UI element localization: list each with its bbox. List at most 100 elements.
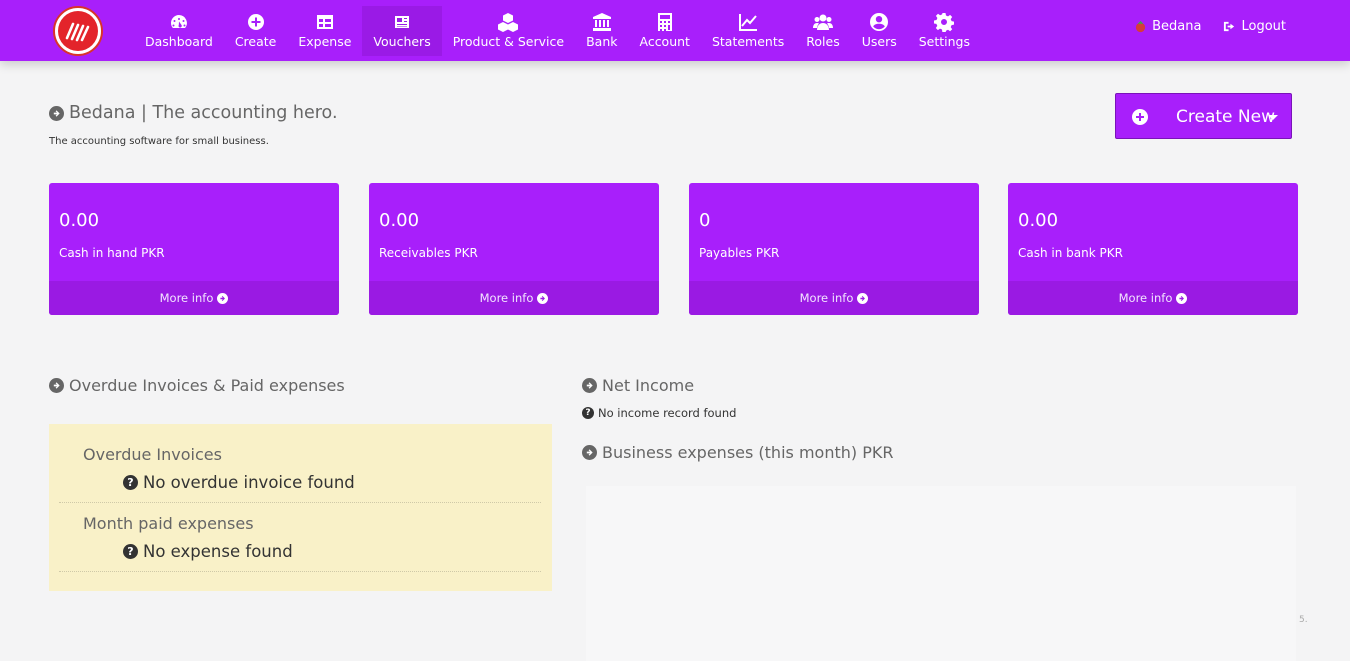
table-icon <box>316 15 333 29</box>
overdue-panel: Overdue Invoices ? No overdue invoice fo… <box>49 424 552 591</box>
create-new-label: Create New <box>1176 107 1275 127</box>
stat-value: 0.00 <box>379 210 420 231</box>
nav-account-label: Account <box>639 34 690 49</box>
stat-cash-in-bank: 0.00 Cash in bank PKR More info <box>1008 183 1298 315</box>
question-circle-icon: ? <box>123 475 138 490</box>
nav-users[interactable]: Users <box>851 6 908 56</box>
nav-statements[interactable]: Statements <box>701 6 795 56</box>
nav-create[interactable]: Create <box>224 6 288 56</box>
stat-caption: Cash in bank PKR <box>1018 246 1123 260</box>
gear-icon <box>934 13 955 32</box>
create-new-button[interactable]: Create New <box>1115 93 1292 139</box>
more-info-label: More info <box>1118 291 1173 305</box>
calculator-icon <box>657 13 672 31</box>
business-expenses-chart <box>586 486 1296 661</box>
stat-caption: Receivables PKR <box>379 246 478 260</box>
nav-dashboard[interactable]: Dashboard <box>134 6 224 56</box>
stat-caption: Payables PKR <box>699 246 780 260</box>
plus-circle-icon <box>1132 109 1148 125</box>
page-title: Bedana | The accounting hero. <box>49 103 338 123</box>
cubes-icon <box>498 13 519 32</box>
chart-tick-label: 5. <box>1299 615 1308 625</box>
nav-settings-label: Settings <box>918 34 971 49</box>
nav-statements-label: Statements <box>711 34 785 49</box>
more-info-label: More info <box>479 291 534 305</box>
bank-icon <box>592 13 611 31</box>
caret-down-icon <box>1268 115 1278 120</box>
newspaper-icon <box>395 16 410 28</box>
no-overdue-invoice-message: ? No overdue invoice found <box>123 473 355 492</box>
stat-cash-in-hand: 0.00 Cash in hand PKR More info <box>49 183 339 315</box>
arrow-circle-right-icon <box>49 105 64 121</box>
nav-account[interactable]: Account <box>628 6 700 56</box>
nav-create-label: Create <box>234 34 277 49</box>
nav-settings[interactable]: Settings <box>908 6 981 56</box>
line-chart-icon <box>739 14 758 31</box>
user-circle-icon <box>870 13 889 31</box>
more-info-link[interactable]: More info <box>689 281 979 315</box>
stat-value: 0 <box>699 210 711 231</box>
user-profile-link[interactable]: Bedana <box>1134 19 1201 34</box>
more-info-link[interactable]: More info <box>369 281 659 315</box>
no-income-text: No income record found <box>598 406 737 420</box>
user-avatar-icon <box>1135 20 1146 33</box>
plus-circle-icon <box>247 14 264 30</box>
arrow-circle-right-icon <box>582 445 597 460</box>
arrow-circle-right-icon <box>217 292 229 304</box>
stat-value: 0.00 <box>1018 210 1059 231</box>
nav-vouchers[interactable]: Vouchers <box>362 6 442 56</box>
no-income-message: ? No income record found <box>582 406 736 420</box>
nav-roles-label: Roles <box>806 34 840 49</box>
dashboard-icon <box>170 15 187 28</box>
no-expense-message: ? No expense found <box>123 542 293 561</box>
nav-product-service-label: Product & Service <box>452 34 565 49</box>
logout-link[interactable]: Logout <box>1223 19 1286 34</box>
nav-expense[interactable]: Expense <box>287 6 362 56</box>
arrow-circle-right-icon <box>857 292 869 304</box>
nav-bank-label: Bank <box>586 34 618 49</box>
overdue-section-title: Overdue Invoices & Paid expenses <box>49 376 345 395</box>
arrow-circle-right-icon <box>537 292 549 304</box>
stat-caption: Cash in hand PKR <box>59 246 165 260</box>
no-overdue-invoice-text: No overdue invoice found <box>143 473 355 492</box>
business-expenses-title-text: Business expenses (this month) PKR <box>602 443 894 462</box>
user-name: Bedana <box>1152 19 1202 34</box>
user-menu: Bedana Logout <box>1134 19 1286 34</box>
nav-product-service[interactable]: Product & Service <box>442 6 575 56</box>
main-nav: Dashboard Create Expense Vouchers Produc… <box>134 6 981 56</box>
divider <box>59 571 541 572</box>
stat-payables: 0 Payables PKR More info <box>689 183 979 315</box>
nav-users-label: Users <box>861 34 897 49</box>
overdue-section-title-text: Overdue Invoices & Paid expenses <box>69 376 345 395</box>
app-logo[interactable] <box>53 6 103 56</box>
logout-icon <box>1224 21 1235 32</box>
more-info-link[interactable]: More info <box>49 281 339 315</box>
nav-vouchers-label: Vouchers <box>373 34 431 49</box>
stat-value: 0.00 <box>59 210 100 231</box>
users-icon <box>812 14 833 30</box>
logo-emblem <box>58 11 98 51</box>
arrow-circle-right-icon <box>582 378 597 393</box>
question-circle-icon: ? <box>582 407 594 419</box>
no-expense-text: No expense found <box>143 542 293 561</box>
page-title-text: Bedana | The accounting hero. <box>69 103 338 123</box>
nav-expense-label: Expense <box>298 34 352 49</box>
more-info-link[interactable]: More info <box>1008 281 1298 315</box>
nav-bank[interactable]: Bank <box>575 6 628 56</box>
business-expenses-title: Business expenses (this month) PKR <box>582 443 893 462</box>
nav-roles[interactable]: Roles <box>795 6 850 56</box>
arrow-circle-right-icon <box>49 378 64 393</box>
net-income-title: Net Income <box>582 376 694 395</box>
divider <box>59 502 541 503</box>
more-info-label: More info <box>799 291 854 305</box>
logout-label: Logout <box>1241 19 1286 34</box>
top-navbar: Dashboard Create Expense Vouchers Produc… <box>0 0 1350 61</box>
overdue-invoices-heading: Overdue Invoices <box>83 445 222 464</box>
month-paid-expenses-heading: Month paid expenses <box>83 514 254 533</box>
page-subtitle: The accounting software for small busine… <box>49 136 269 147</box>
question-circle-icon: ? <box>123 544 138 559</box>
arrow-circle-right-icon <box>1176 292 1188 304</box>
nav-dashboard-label: Dashboard <box>145 34 213 49</box>
net-income-title-text: Net Income <box>602 376 695 395</box>
more-info-label: More info <box>159 291 214 305</box>
